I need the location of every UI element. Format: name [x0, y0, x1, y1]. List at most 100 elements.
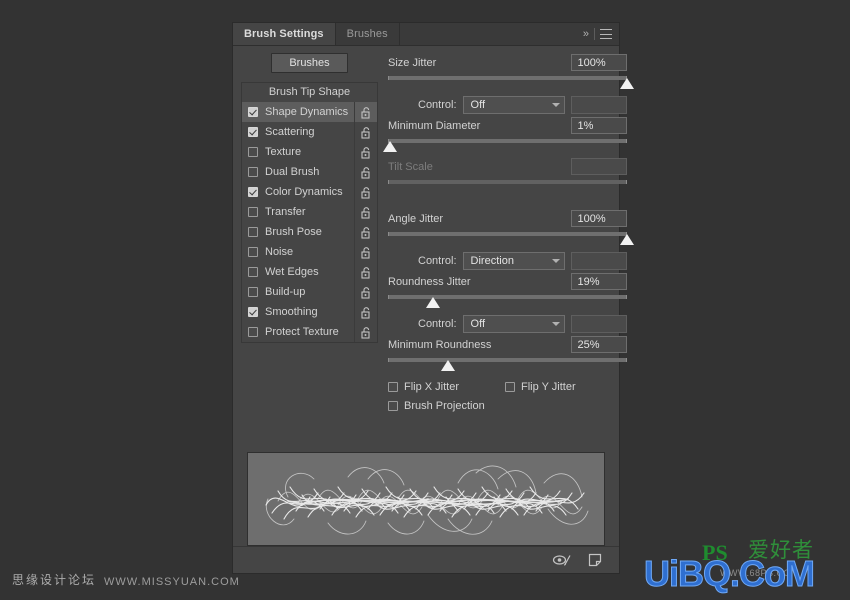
option-label-texture: Texture — [265, 146, 302, 158]
unlocked-padlock-icon[interactable] — [354, 262, 377, 282]
brush-projection-option[interactable]: Brush Projection — [388, 400, 485, 412]
minimum-roundness-thumb[interactable] — [440, 360, 455, 371]
size-jitter-control-select[interactable]: Off — [462, 96, 565, 114]
flip-jitter-row: Flip X Jitter Flip Y Jitter — [388, 377, 627, 396]
checkbox-wet-edges[interactable] — [248, 267, 258, 277]
option-label-wet-edges: Wet Edges — [265, 266, 319, 278]
roundness-jitter-thumb[interactable] — [426, 297, 441, 308]
watermark-left-cn: 思缘设计论坛 — [12, 573, 97, 587]
tab-brushes-label: Brushes — [346, 28, 388, 40]
option-label-shape-dynamics: Shape Dynamics — [265, 106, 349, 118]
size-jitter-control-value: Off — [470, 99, 486, 111]
angle-jitter-thumb[interactable] — [619, 234, 634, 245]
angle-jitter-control-sidebox[interactable] — [570, 252, 627, 270]
roundness-jitter-control-select[interactable]: Off — [462, 315, 565, 333]
checkbox-brush-projection[interactable] — [388, 400, 398, 411]
checkbox-transfer[interactable] — [248, 207, 258, 217]
angle-jitter-control-label: Control: — [418, 255, 457, 267]
checkbox-dual-brush[interactable] — [248, 167, 258, 177]
size-jitter-row: Size Jitter 100% — [388, 53, 627, 72]
checkbox-texture[interactable] — [248, 147, 258, 157]
option-label-color-dynamics: Color Dynamics — [265, 186, 343, 198]
checkbox-brush-pose[interactable] — [248, 227, 258, 237]
watermark-right: PS 爱好者 WWW.68PS.COM UiBQ.CoM — [644, 540, 844, 594]
size-jitter-control-sidebox[interactable] — [570, 96, 627, 114]
unlocked-padlock-icon[interactable] — [354, 142, 377, 162]
size-jitter-value[interactable]: 100% — [570, 54, 627, 71]
brush-stroke-svg — [265, 465, 589, 535]
checkbox-protect-texture[interactable] — [248, 327, 258, 337]
brush-tip-shape-header[interactable]: Brush Tip Shape — [242, 83, 377, 102]
options-column: Brushes Brush Tip Shape Shape Dynamics S… — [233, 53, 378, 444]
option-row-transfer[interactable]: Transfer — [242, 202, 377, 222]
option-row-dual-brush[interactable]: Dual Brush — [242, 162, 377, 182]
option-row-smoothing[interactable]: Smoothing — [242, 302, 377, 322]
checkbox-color-dynamics[interactable] — [248, 187, 258, 197]
unlocked-padlock-icon[interactable] — [354, 162, 377, 182]
option-row-build-up[interactable]: Build-up — [242, 282, 377, 302]
flip-x-jitter-option[interactable]: Flip X Jitter — [388, 381, 459, 393]
roundness-jitter-control-sidebox[interactable] — [570, 315, 627, 333]
checkbox-noise[interactable] — [248, 247, 258, 257]
tab-brushes[interactable]: Brushes — [335, 23, 400, 45]
angle-jitter-control-select[interactable]: Direction — [462, 252, 565, 270]
option-row-texture[interactable]: Texture — [242, 142, 377, 162]
option-row-scattering[interactable]: Scattering — [242, 122, 377, 142]
roundness-jitter-control-value: Off — [470, 318, 486, 330]
minimum-diameter-value[interactable]: 1% — [570, 117, 627, 134]
checkbox-flip-x-jitter[interactable] — [388, 381, 398, 392]
checkbox-build-up[interactable] — [248, 287, 258, 297]
angle-jitter-track — [388, 232, 627, 236]
unlocked-padlock-icon[interactable] — [354, 302, 377, 322]
panel-menu-icon[interactable] — [600, 29, 612, 39]
size-jitter-label: Size Jitter — [388, 56, 437, 69]
angle-jitter-control-value: Direction — [470, 255, 514, 267]
angle-jitter-label: Angle Jitter — [388, 212, 444, 225]
header-divider — [594, 28, 595, 40]
roundness-jitter-row: Roundness Jitter 19% — [388, 272, 627, 291]
tilt-scale-value — [570, 158, 627, 175]
size-jitter-control-label: Control: — [418, 99, 457, 111]
option-row-wet-edges[interactable]: Wet Edges — [242, 262, 377, 282]
option-row-noise[interactable]: Noise — [242, 242, 377, 262]
option-row-protect-texture[interactable]: Protect Texture — [242, 322, 377, 342]
minimum-roundness-track — [388, 358, 627, 362]
tab-brush-settings[interactable]: Brush Settings — [233, 23, 336, 45]
checkbox-smoothing[interactable] — [248, 307, 258, 317]
brush-preview-wrap — [233, 444, 619, 546]
unlocked-padlock-icon[interactable] — [354, 222, 377, 242]
angle-jitter-slider[interactable] — [388, 229, 634, 247]
roundness-jitter-block: Roundness Jitter 19% — [388, 272, 627, 310]
collapse-chevrons-icon[interactable]: » — [583, 28, 589, 40]
option-row-color-dynamics[interactable]: Color Dynamics — [242, 182, 377, 202]
unlocked-padlock-icon[interactable] — [354, 242, 377, 262]
minimum-roundness-slider[interactable] — [388, 355, 627, 373]
roundness-jitter-value[interactable]: 19% — [570, 273, 627, 290]
roundness-jitter-label: Roundness Jitter — [388, 275, 471, 288]
checkbox-flip-y-jitter[interactable] — [505, 381, 516, 392]
checkbox-scattering[interactable] — [248, 127, 258, 137]
flip-y-jitter-option[interactable]: Flip Y Jitter — [505, 381, 576, 393]
size-jitter-slider[interactable] — [388, 73, 634, 91]
angle-jitter-value[interactable]: 100% — [570, 210, 627, 227]
minimum-diameter-slider[interactable] — [383, 136, 627, 154]
unlocked-padlock-icon[interactable] — [354, 182, 377, 202]
checkbox-shape-dynamics[interactable] — [248, 107, 258, 117]
create-new-brush-icon[interactable] — [588, 553, 602, 567]
tab-bar-spacer — [400, 23, 583, 45]
unlocked-padlock-icon[interactable] — [354, 282, 377, 302]
minimum-diameter-label: Minimum Diameter — [388, 119, 481, 132]
brushes-button[interactable]: Brushes — [271, 53, 348, 73]
minimum-diameter-thumb[interactable] — [383, 141, 398, 152]
minimum-roundness-value[interactable]: 25% — [570, 336, 627, 353]
unlocked-padlock-icon[interactable] — [354, 122, 377, 142]
unlocked-padlock-icon[interactable] — [354, 102, 377, 122]
unlocked-padlock-icon[interactable] — [354, 202, 377, 222]
size-jitter-thumb[interactable] — [619, 78, 634, 89]
unlocked-padlock-icon[interactable] — [354, 322, 377, 342]
option-row-brush-pose[interactable]: Brush Pose — [242, 222, 377, 242]
toggle-brush-preview-icon[interactable] — [552, 553, 572, 567]
option-row-shape-dynamics[interactable]: Shape Dynamics — [242, 102, 377, 122]
roundness-jitter-slider[interactable] — [388, 292, 627, 310]
minimum-roundness-row: Minimum Roundness 25% — [388, 335, 627, 354]
